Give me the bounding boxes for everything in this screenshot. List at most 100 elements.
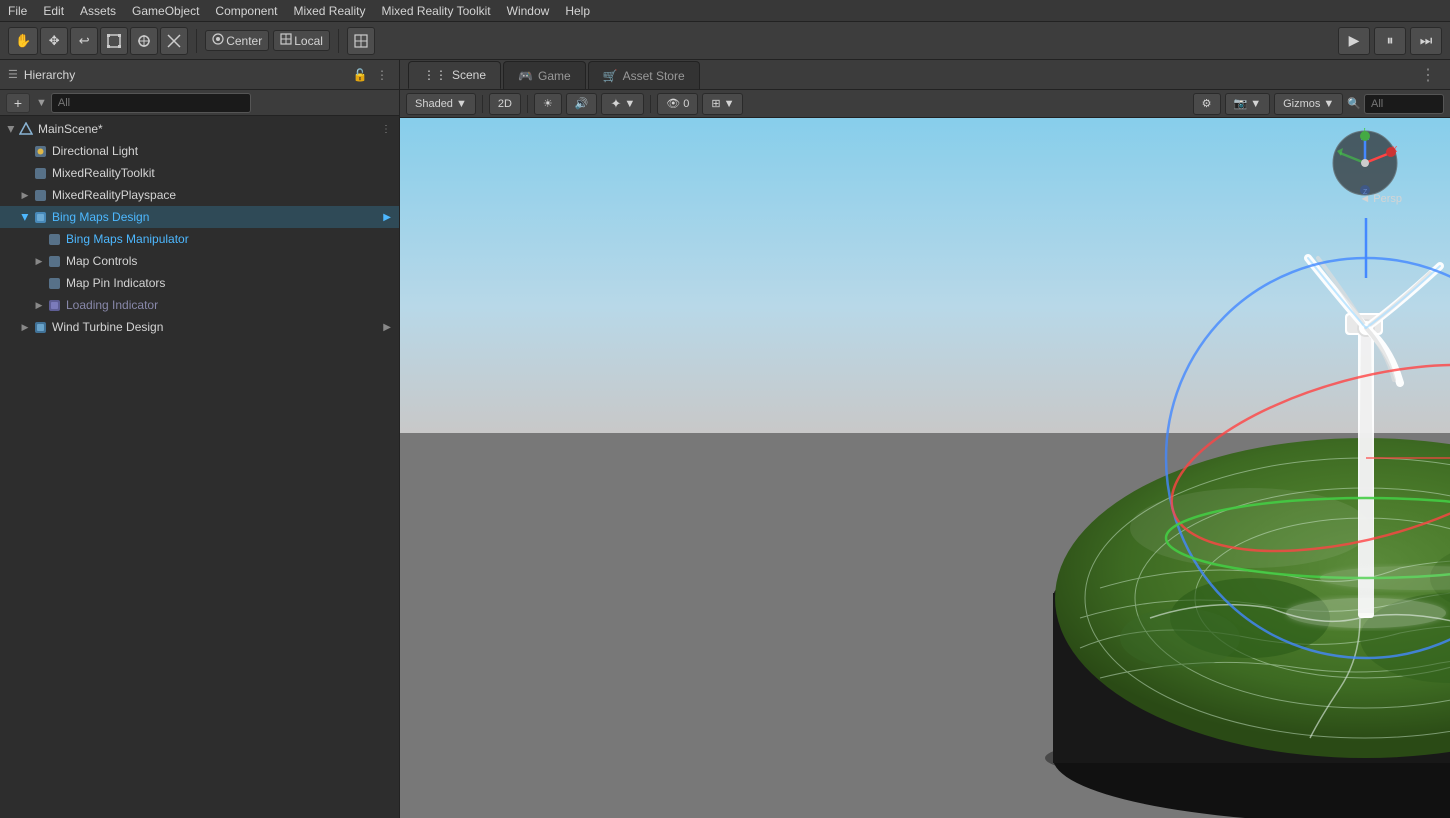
label-mrtk: MixedRealityToolkit [52,166,155,180]
tab-game[interactable]: 🎮 Game [503,61,586,89]
pause-btn[interactable]: ⏸ [1374,27,1406,55]
menu-help[interactable]: Help [557,2,598,20]
label-mrplayspace: MixedRealityPlayspace [52,188,176,202]
audio-btn[interactable]: 🔊 [566,93,598,115]
menu-mixed-reality[interactable]: Mixed Reality [285,2,373,20]
move-tool-btn[interactable]: ✥ [40,27,68,55]
scene-canvas[interactable]: Y X Z ◄ Persp [400,118,1450,818]
gizmos-chevron: ▼ [1323,98,1334,110]
tree-item-map-controls[interactable]: ▶ Map Controls [0,250,399,272]
local-icon [280,33,292,48]
hierarchy-menu-icon: ☰ [8,68,18,81]
icon-mrplayspace [32,187,48,203]
center-icon [212,33,224,48]
scene-viewport-svg [400,118,1450,818]
scene-tab-icon: ⋮⋮ [423,68,447,82]
eye-icon: 👁 [666,97,680,110]
arrow-map-controls[interactable]: ▶ [32,256,46,267]
game-tab-icon: 🎮 [518,69,533,83]
tabs-more-btn[interactable]: ⋮ [1414,65,1442,85]
rect-tool-btn[interactable] [100,27,128,55]
options-wind-turbine[interactable]: ▶ [383,322,391,333]
undo-btn[interactable]: ↩ [70,27,98,55]
hierarchy-search-input[interactable] [51,93,251,113]
menu-file[interactable]: File [0,2,35,20]
audio-icon: 🔊 [575,97,589,110]
play-btn[interactable]: ▶ [1338,27,1370,55]
transform-tool-btn[interactable] [130,27,158,55]
shaded-label: Shaded [415,98,453,110]
label-mainscene: MainScene* [38,122,103,136]
arrow-mainscene: ▶ [6,122,17,136]
step-btn[interactable]: ⏭ [1410,27,1442,55]
hierarchy-panel: ☰ Hierarchy 🔓 ⋮ + ▼ ▶ MainScene* ⋮ [0,60,400,818]
hierarchy-title: Hierarchy [24,68,75,82]
scene-search-input[interactable] [1364,94,1444,114]
gizmos-btn[interactable]: Gizmos ▼ [1274,93,1343,115]
tree-item-directional-light[interactable]: ▶ Directional Light [0,140,399,162]
tab-asset-store[interactable]: 🛒 Asset Store [588,61,700,89]
icon-bing-maps-manip [46,231,62,247]
options-bing-maps[interactable]: ▶ [383,212,391,223]
label-bing-maps-design: Bing Maps Design [52,210,149,224]
local-group[interactable]: Local [273,30,330,51]
arrow-mrplayspace[interactable]: ▶ [18,190,32,201]
menu-component[interactable]: Component [207,2,285,20]
menu-bar: File Edit Assets GameObject Component Mi… [0,0,1450,22]
lighting-btn[interactable]: ☀ [534,93,562,115]
icon-wind-turbine [32,319,48,335]
shaded-chevron: ▼ [456,98,467,110]
shaded-dropdown-btn[interactable]: Shaded ▼ [406,93,476,115]
menu-mixed-reality-toolkit[interactable]: Mixed Reality Toolkit [373,2,498,20]
arrow-wind-turbine[interactable]: ▶ [18,322,32,333]
2d-btn[interactable]: 2D [489,93,521,115]
tree-item-mrplayspace[interactable]: ▶ MixedRealityPlayspace [0,184,399,206]
hierarchy-search-bar: + ▼ [0,90,399,116]
tree-item-map-pin[interactable]: ▶ Map Pin Indicators [0,272,399,294]
toolbar-playcontrols: ▶ ⏸ ⏭ [1338,27,1442,55]
toolbar: ✋ ✥ ↩ Center Local ▶ ⏸ ⏭ [0,22,1450,60]
tab-scene[interactable]: ⋮⋮ Scene [408,61,501,89]
hierarchy-header: ☰ Hierarchy 🔓 ⋮ [0,60,399,90]
search-icon-scene: 🔍 [1347,97,1361,110]
center-label: Center [226,34,262,48]
hierarchy-lock-btn[interactable]: 🔓 [351,66,369,84]
hierarchy-add-btn[interactable]: + [6,93,30,113]
tree-item-mainscene[interactable]: ▶ MainScene* ⋮ [0,118,399,140]
tree-item-mrtk[interactable]: ▶ MixedRealityToolkit [0,162,399,184]
menu-assets[interactable]: Assets [72,2,124,20]
tree-item-bing-maps-manip[interactable]: ▶ Bing Maps Manipulator [0,228,399,250]
camera-chevron: ▼ [1250,98,1261,110]
scene-settings-btn[interactable]: ⚙ [1193,93,1221,115]
options-mainscene[interactable]: ⋮ [381,124,391,135]
hand-tool-btn[interactable]: ✋ [8,27,38,55]
arrow-loading[interactable]: ▶ [32,300,46,311]
pivot-tool-btn[interactable] [347,27,375,55]
menu-window[interactable]: Window [499,2,558,20]
fx-icon: ✦ [610,96,621,112]
gizmo-axes[interactable]: Y X Z [1330,128,1400,198]
toolbar-sep-4 [527,95,528,113]
center-local-group[interactable]: Center [205,30,269,51]
tree-item-loading-indicator[interactable]: ▶ Loading Indicator [0,294,399,316]
tree-item-wind-turbine[interactable]: ▶ Wind Turbine Design ▶ [0,316,399,338]
hierarchy-options-btn[interactable]: ⋮ [373,66,391,84]
menu-edit[interactable]: Edit [35,2,72,20]
hidden-layer-btn[interactable]: 👁 0 [657,93,698,115]
fx-btn[interactable]: ✦ ▼ [601,93,644,115]
menu-gameobject[interactable]: GameObject [124,2,207,20]
tree-item-bing-maps-design[interactable]: ▶ Bing Maps Design ▶ [0,206,399,228]
grid-icon: ⊞ [711,97,720,110]
label-map-controls: Map Controls [66,254,137,268]
settings-icon: ⚙ [1202,97,1212,110]
custom-tool-btn[interactable] [160,27,188,55]
icon-map-pin [46,275,62,291]
2d-label: 2D [498,98,512,110]
fx-chevron: ▼ [624,98,635,110]
grid-btn[interactable]: ⊞ ▼ [702,93,743,115]
camera-dropdown-btn[interactable]: 📷 ▼ [1225,93,1271,115]
icon-loading-indicator [46,297,62,313]
gizmos-label: Gizmos [1283,98,1320,110]
scene-tab-label: Scene [452,68,486,82]
scene-toolbar-right: ⚙ 📷 ▼ Gizmos ▼ 🔍 [1193,93,1444,115]
